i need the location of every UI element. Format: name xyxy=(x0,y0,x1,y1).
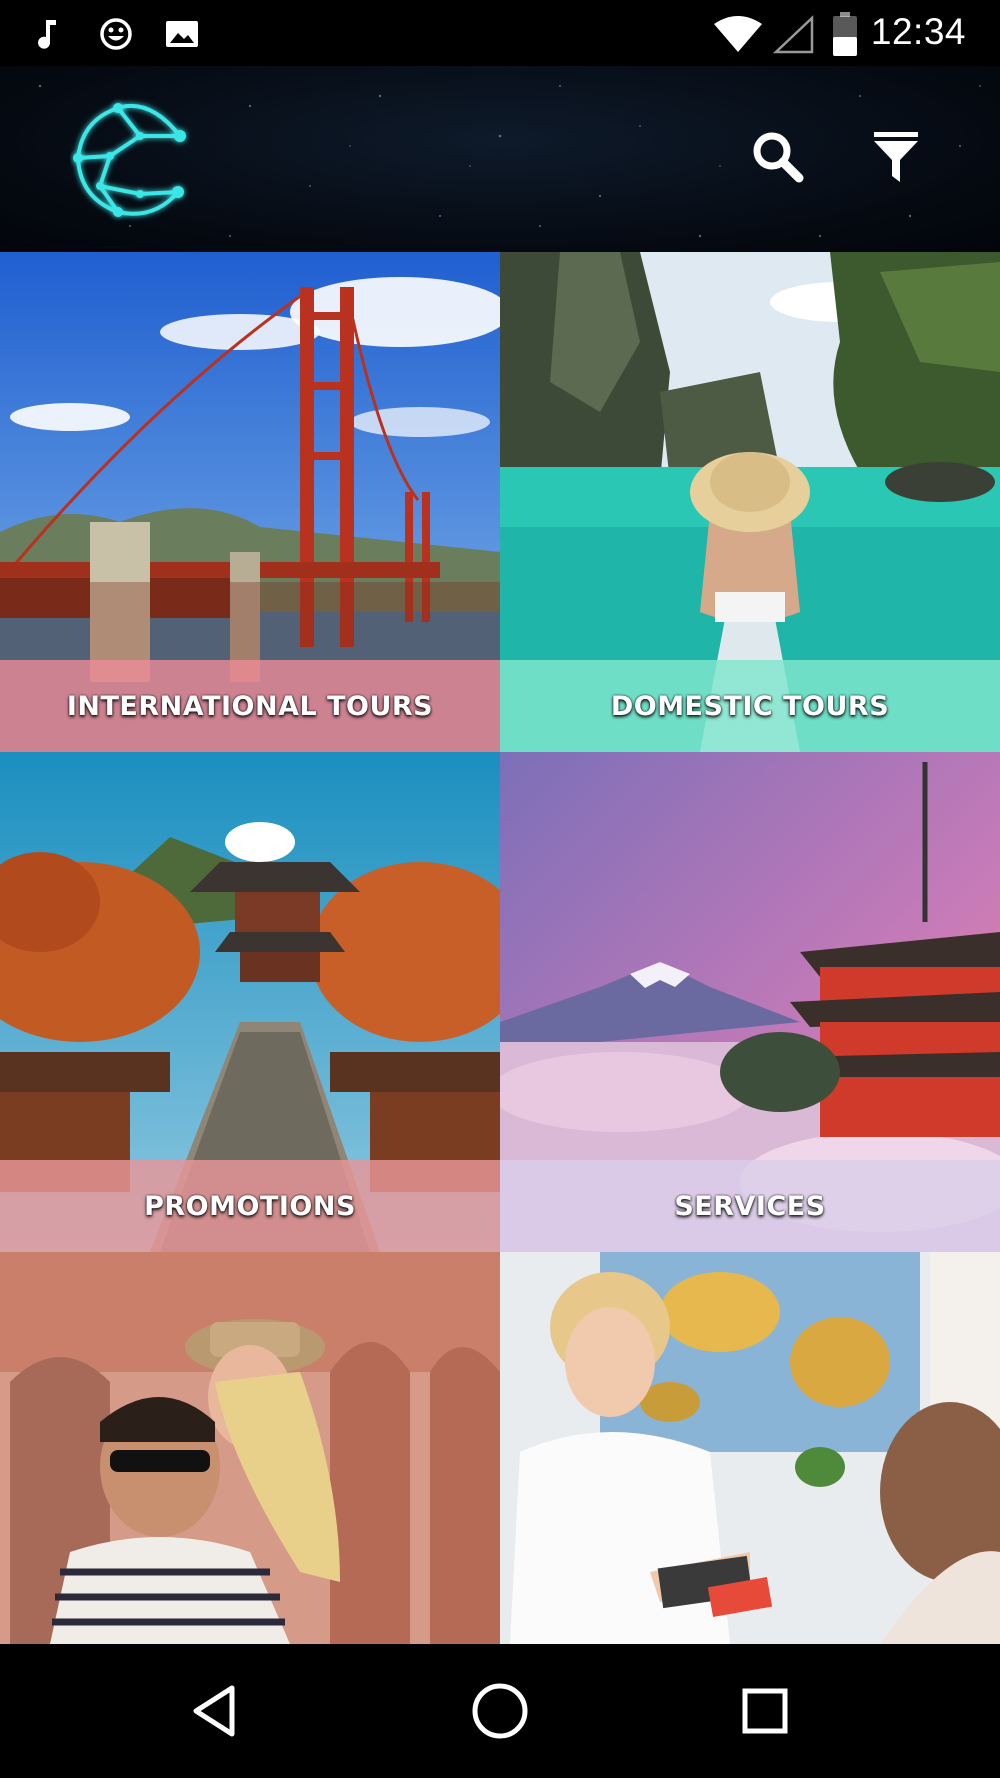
filter-icon[interactable] xyxy=(864,124,928,188)
app-header xyxy=(0,66,1000,252)
tile-international-tours[interactable]: INTERNATIONAL TOURS xyxy=(0,252,500,752)
travel-agent-image xyxy=(500,1252,1000,1644)
recents-icon[interactable] xyxy=(730,1676,800,1746)
image-icon xyxy=(166,21,198,47)
tile-domestic-tours[interactable]: DOMESTIC TOURS xyxy=(500,252,1000,752)
battery-icon xyxy=(833,12,857,56)
back-icon[interactable] xyxy=(182,1676,252,1746)
couple-travel-image xyxy=(0,1252,500,1644)
tile-label-services: SERVICES xyxy=(500,1160,1000,1252)
signal-icon xyxy=(772,15,814,54)
status-time: 12:34 xyxy=(870,11,966,52)
search-icon[interactable] xyxy=(745,124,809,188)
tile-label-international-tours: INTERNATIONAL TOURS xyxy=(0,660,500,752)
tile-label-promotions: PROMOTIONS xyxy=(0,1160,500,1252)
tile-services[interactable]: SERVICES xyxy=(500,752,1000,1252)
navigation-bar xyxy=(0,1644,1000,1778)
music-note-icon xyxy=(38,20,56,49)
status-bar: 12:34 xyxy=(0,0,1000,66)
tile-couple[interactable] xyxy=(0,1252,500,1644)
tile-promotions[interactable]: PROMOTIONS xyxy=(0,752,500,1252)
tile-travel-agent[interactable] xyxy=(500,1252,1000,1644)
app-logo[interactable] xyxy=(70,96,200,226)
tile-label-domestic-tours: DOMESTIC TOURS xyxy=(500,660,1000,752)
wifi-icon xyxy=(714,16,762,52)
smiley-icon xyxy=(100,18,132,50)
home-icon[interactable] xyxy=(465,1676,535,1746)
